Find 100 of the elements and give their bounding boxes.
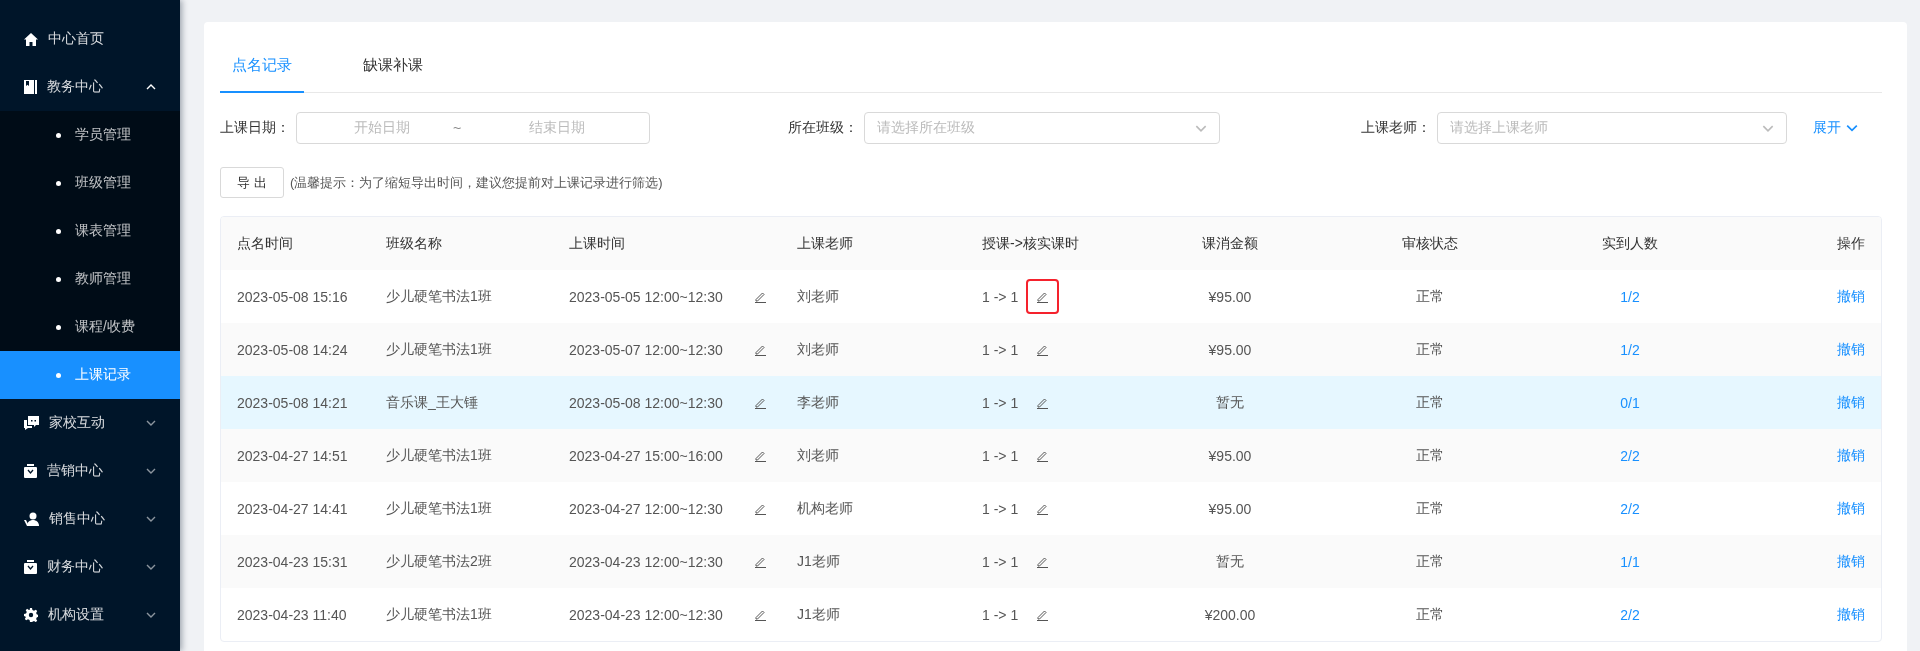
column-header: 操作: [1836, 234, 1866, 253]
table-cell-text: 刘老师: [796, 446, 840, 465]
table-cell: 1 -> 1: [982, 394, 1019, 411]
table-cell-text: 正常: [1415, 287, 1445, 306]
table-cell: 1 -> 1: [982, 553, 1019, 570]
edit-icon[interactable]: [754, 449, 767, 462]
column-header: 审核状态: [1401, 234, 1459, 253]
table-cell-text: 正常: [1415, 552, 1445, 571]
sidebar-item[interactable]: 教务中心: [0, 63, 180, 111]
table-cell: 2023-04-23 12:00~12:30: [569, 606, 723, 623]
edit-icon[interactable]: [1036, 502, 1050, 515]
table-cell-text: ¥95.00: [1207, 341, 1253, 358]
edit-icon[interactable]: [1036, 396, 1050, 409]
sidebar-subitem[interactable]: 班级管理: [0, 159, 180, 207]
table-cell-text: 刘老师: [796, 287, 840, 306]
table-row[interactable]: 2023-05-08 14:24 少儿硬笔书法1班 2023-05-07 12:00~12:30 刘老师 1 -> 1 ¥95.00 正常 1/2 撤销: [221, 323, 1881, 376]
table-cell-text: 暂无: [1215, 552, 1245, 571]
edit-icon[interactable]: [754, 290, 767, 303]
table-cell-text: 少儿硬笔书法1班: [385, 340, 493, 359]
edit-icon[interactable]: [754, 608, 767, 621]
table-cell-text: J1老师: [796, 605, 841, 624]
table-cell: 1 -> 1: [982, 288, 1019, 305]
table-cell-text: 少儿硬笔书法1班: [385, 446, 493, 465]
sidebar-item[interactable]: 家校互动: [0, 399, 180, 447]
table-cell-text: 李老师: [796, 393, 840, 412]
table-row[interactable]: 2023-04-23 11:40 少儿硬笔书法1班 2023-04-23 12:00~12:30 J1老师 1 -> 1 ¥200.00 正常 2/2 撤销: [221, 588, 1881, 641]
table-cell: 1 -> 1: [982, 500, 1019, 517]
table-cell: 1 -> 1: [982, 606, 1019, 623]
sidebar-item[interactable]: 销售中心: [0, 495, 180, 543]
filter-label: 所在班级：: [788, 119, 858, 137]
bag-icon: [24, 560, 37, 574]
hint-text: (温馨提示：为了缩短导出时间，建议您提前对上课记录进行筛选): [290, 173, 663, 192]
table-cell-text: 正常: [1415, 605, 1445, 624]
sidebar-subitem[interactable]: 学员管理: [0, 111, 180, 159]
table-row[interactable]: 2023-05-08 14:21 音乐课_王大锤 2023-05-08 12:00~12:30 李老师 1 -> 1 暂无 正常 0/1 撤销: [221, 376, 1881, 429]
table-cell-text: ¥200.00: [1203, 606, 1257, 623]
person-icon: [24, 512, 39, 526]
table-cell: 2023-05-08 12:00~12:30: [569, 394, 723, 411]
filter-label: 上课老师：: [1361, 119, 1431, 137]
table-cell-text: 音乐课_王大锤: [385, 393, 479, 412]
table-cell-text: 2023-04-27 14:51: [236, 447, 349, 464]
edit-icon[interactable]: [1036, 343, 1050, 356]
column-header: 课消金额: [1201, 234, 1259, 253]
table-cell-text: 少儿硬笔书法1班: [385, 499, 493, 518]
column-header: 上课老师: [796, 234, 854, 253]
chevron-icon: [1762, 124, 1774, 132]
edit-icon[interactable]: [1036, 449, 1050, 462]
sidebar-subitem[interactable]: 教师管理: [0, 255, 180, 303]
column-header: 班级名称: [385, 234, 443, 253]
table-cell: 2023-04-27 12:00~12:30: [569, 500, 723, 517]
table-cell-text: 2023-05-08 15:16: [236, 288, 349, 305]
home-icon: [24, 32, 38, 46]
table-cell-text: 少儿硬笔书法2班: [385, 552, 493, 571]
table-cell: 1 -> 1: [982, 447, 1019, 464]
table-cell-text: 2023-05-08 14:21: [236, 394, 349, 411]
chat-icon: [24, 416, 39, 430]
table-cell-text: J1老师: [796, 552, 841, 571]
table-cell-text: ¥95.00: [1207, 447, 1253, 464]
date-range-field[interactable]: 开始日期 ~ 结束日期: [296, 112, 650, 144]
column-header: 上课时间: [568, 234, 626, 253]
table-cell-text: 正常: [1415, 393, 1445, 412]
sidebar-item[interactable]: 财务中心: [0, 543, 180, 591]
edit-icon[interactable]: [1036, 608, 1050, 621]
table-cell-text: 2023-04-23 15:31: [236, 553, 349, 570]
table-row[interactable]: 2023-04-27 14:41 少儿硬笔书法1班 2023-04-27 12:00~12:30 机构老师 1 -> 1 ¥95.00 正常 2/2 撤销: [221, 482, 1881, 535]
sidebar-item[interactable]: 机构设置: [0, 591, 180, 639]
edit-icon[interactable]: [1036, 555, 1050, 568]
table-cell-text: 2023-04-23 11:40: [236, 606, 348, 623]
edit-icon[interactable]: [1036, 290, 1050, 303]
table-cell-text: 正常: [1415, 499, 1445, 518]
column-header: 授课->核实课时: [981, 234, 1080, 253]
table-cell-text: 正常: [1415, 340, 1445, 359]
table-row[interactable]: 2023-04-23 15:31 少儿硬笔书法2班 2023-04-23 12:00~12:30 J1老师 1 -> 1 暂无 正常 1/1 撤销: [221, 535, 1881, 588]
book-icon: [24, 80, 37, 94]
sidebar-item[interactable]: 中心首页: [0, 15, 180, 63]
sidebar-subitem[interactable]: 课表管理: [0, 207, 180, 255]
table-cell-text: 正常: [1415, 446, 1445, 465]
filter-label: 上课日期：: [220, 119, 290, 137]
export-button[interactable]: 导 出: [220, 167, 284, 198]
tab[interactable]: 缺课补课: [351, 40, 435, 93]
table-cell: 2023-05-05 12:00~12:30: [569, 288, 723, 305]
sidebar-subitem[interactable]: 课程/收费: [0, 303, 180, 351]
chevron-icon: [1195, 124, 1207, 132]
table-cell-text: 2023-04-27 14:41: [236, 500, 349, 517]
edit-icon[interactable]: [754, 555, 767, 568]
table-row[interactable]: 2023-05-08 15:16 少儿硬笔书法1班 2023-05-05 12:00~12:30 刘老师 1 -> 1 ¥95.00 正常 1/2 撤销: [221, 270, 1881, 323]
table-cell: 2023-04-27 15:00~16:00: [569, 447, 723, 464]
table-cell-text: 少儿硬笔书法1班: [385, 605, 493, 624]
table-cell: 2023-05-07 12:00~12:30: [569, 341, 723, 358]
edit-icon[interactable]: [754, 502, 767, 515]
table-cell-text: ¥95.00: [1207, 500, 1253, 517]
column-header: 点名时间: [236, 234, 294, 253]
table-row[interactable]: 2023-04-27 14:51 少儿硬笔书法1班 2023-04-27 15:00~16:00 刘老师 1 -> 1 ¥95.00 正常 2/2 撤销: [221, 429, 1881, 482]
chevron-icon: [1846, 124, 1858, 132]
table-cell: 1 -> 1: [982, 341, 1019, 358]
edit-icon[interactable]: [754, 396, 767, 409]
edit-icon[interactable]: [754, 343, 767, 356]
sidebar-item[interactable]: 营销中心: [0, 447, 180, 495]
table-cell-text: 机构老师: [796, 499, 854, 518]
settings-icon: [24, 608, 38, 622]
